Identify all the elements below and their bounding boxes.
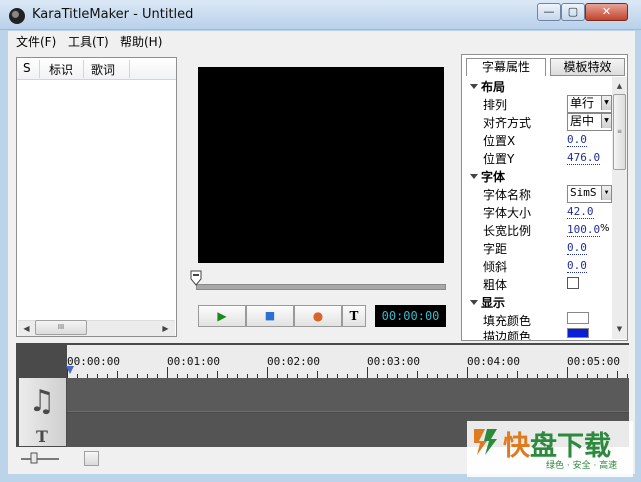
arrange-value: 单行 <box>570 96 595 110</box>
pos-x-value[interactable]: 0.0 <box>567 133 587 147</box>
font-size-label: 字体大小 <box>483 206 532 220</box>
time-ruler[interactable]: 00:00:00 00:01:00 00:02:00 00:03:00 00:0… <box>67 345 629 378</box>
column-divider[interactable] <box>39 60 40 78</box>
scroll-right-icon[interactable]: ▶ <box>158 322 173 336</box>
align-select[interactable]: 居中 ▼ <box>567 113 612 131</box>
pos-y-value[interactable]: 476.0 <box>567 151 601 165</box>
chevron-down-icon[interactable]: ▼ <box>601 186 611 200</box>
slant-value[interactable]: 0.0 <box>567 259 587 273</box>
menu-help[interactable]: 帮助(H) <box>120 33 162 50</box>
time-display: 00:00:00 <box>375 305 446 327</box>
lyric-list[interactable]: S 标识 歌词 <box>16 57 177 337</box>
scroll-down-icon[interactable]: ▼ <box>612 322 627 336</box>
scroll-left-icon[interactable]: ◀ <box>19 322 34 336</box>
font-name-value: SimS <box>570 186 597 199</box>
scroll-up-icon[interactable]: ▲ <box>612 79 627 93</box>
aspect-ratio-value[interactable]: 100.0 <box>567 223 601 237</box>
arrange-select[interactable]: 单行 ▼ <box>567 95 612 113</box>
app-logo-icon <box>9 8 25 24</box>
aspect-ratio-unit: % <box>600 223 610 234</box>
tab-template-effects[interactable]: 模板特效 <box>550 58 625 76</box>
fill-color-label: 填充颜色 <box>483 314 532 328</box>
column-divider[interactable] <box>129 60 130 78</box>
spacing-value[interactable]: 0.0 <box>567 241 587 255</box>
collapse-display-icon[interactable] <box>470 300 478 305</box>
font-name-label: 字体名称 <box>483 188 532 202</box>
record-button[interactable]: ● <box>294 305 342 327</box>
font-size-value[interactable]: 42.0 <box>567 205 594 219</box>
section-display: 显示 <box>481 296 506 310</box>
chevron-down-icon[interactable]: ▼ <box>601 114 611 128</box>
list-header: S 标识 歌词 <box>17 58 176 80</box>
video-preview <box>198 67 444 263</box>
menu-file[interactable]: 文件(F) <box>16 33 56 50</box>
menu-bar: 文件(F) 工具(T) 帮助(H) <box>8 31 635 51</box>
bold-label: 粗体 <box>483 278 508 292</box>
zoom-slider[interactable] <box>19 452 61 464</box>
watermark-logo-icon <box>474 429 497 455</box>
bold-checkbox[interactable] <box>567 277 579 289</box>
maximize-button[interactable]: ▢ <box>561 3 585 21</box>
menu-tools[interactable]: 工具(T) <box>68 33 109 50</box>
text-track-icon: T <box>36 427 48 446</box>
property-scroll-thumb[interactable]: ≡ <box>613 94 626 170</box>
fill-color-swatch[interactable] <box>567 312 589 324</box>
pos-x-label: 位置X <box>483 134 516 148</box>
seek-bar[interactable] <box>196 284 446 290</box>
watermark-char: 快 <box>503 431 530 462</box>
slant-label: 倾斜 <box>483 260 508 274</box>
section-layout: 布局 <box>481 80 506 94</box>
seek-handle-icon[interactable] <box>190 270 202 286</box>
ruler-ticks <box>67 367 628 378</box>
playhead-marker[interactable] <box>66 366 74 374</box>
stroke-color-swatch[interactable] <box>567 328 589 338</box>
window-title: KaraTitleMaker - Untitled <box>32 7 194 22</box>
section-font: 字体 <box>481 170 506 184</box>
spacing-label: 字距 <box>483 242 508 256</box>
collapse-font-icon[interactable] <box>470 174 478 179</box>
list-scroll-thumb[interactable]: III <box>35 320 87 335</box>
pos-y-label: 位置Y <box>483 152 515 166</box>
tab-subtitle-properties[interactable]: 字幕属性 <box>466 58 546 76</box>
minimize-button[interactable]: — <box>537 3 561 21</box>
watermark-tagline: 绿色 · 安全 · 高速 <box>546 461 618 471</box>
stop-button[interactable]: ■ <box>246 305 294 327</box>
stroke-color-label: 描边颜色 <box>483 330 532 340</box>
text-button[interactable]: T <box>342 305 366 327</box>
column-id[interactable]: 标识 <box>49 61 73 78</box>
align-label: 对齐方式 <box>483 116 532 130</box>
music-note-icon: ♫ <box>28 384 56 419</box>
column-lyrics[interactable]: 歌词 <box>91 61 115 78</box>
play-button[interactable]: ▶ <box>198 305 246 327</box>
chevron-down-icon[interactable]: ▼ <box>601 96 611 110</box>
collapse-layout-icon[interactable] <box>470 84 478 89</box>
close-button[interactable]: ✕ <box>585 3 628 21</box>
font-name-select[interactable]: SimS ▼ <box>567 185 612 203</box>
audio-track[interactable] <box>67 378 629 412</box>
column-s[interactable]: S <box>23 61 31 75</box>
aspect-ratio-label: 长宽比例 <box>483 224 532 238</box>
align-value: 居中 <box>570 114 595 128</box>
arrange-label: 排列 <box>483 98 508 112</box>
timeline-scroll-thumb[interactable] <box>84 451 99 466</box>
column-divider[interactable] <box>83 60 84 78</box>
